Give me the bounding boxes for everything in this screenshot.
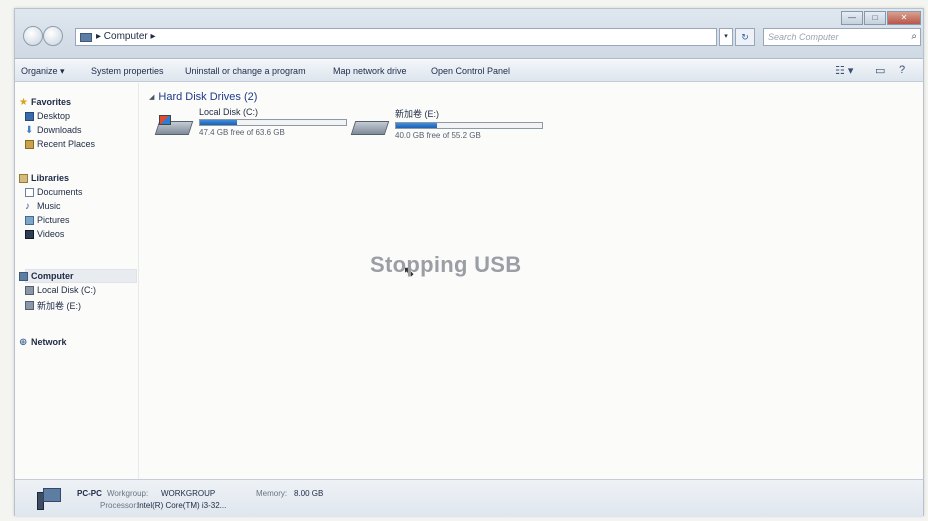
nav-music-label: Music [37,201,61,211]
content-area: ◢ Hard Disk Drives (2) Local Disk (C:) 4… [141,83,923,479]
nav-downloads[interactable]: ⬇ Downloads [25,125,82,135]
section-title: Hard Disk Drives (2) [158,91,258,103]
system-properties-button[interactable]: System properties [91,66,164,76]
minimize-button[interactable]: — [841,11,863,25]
nav-documents-label: Documents [37,187,83,197]
collapse-triangle-icon[interactable]: ◢ [149,93,154,101]
star-icon: ★ [19,96,28,108]
back-button[interactable] [23,26,43,46]
nav-computer[interactable]: Computer [19,271,74,281]
nav-pictures-label: Pictures [37,215,70,225]
usb-drive-icon [25,301,34,310]
processor-value: Intel(R) Core(TM) i3-32... [137,501,227,510]
processor-label: Processor: [100,501,139,510]
downloads-icon: ⬇ [25,124,34,136]
address-path: ▸ Computer ▸ [96,31,156,42]
drive-usage-fill [200,120,237,125]
nav-downloads-label: Downloads [37,125,82,135]
drive-free-space: 47.4 GB free of 63.6 GB [199,128,285,137]
hard-disk-icon [25,285,34,295]
memory-label: Memory: [256,489,288,498]
pictures-icon [25,215,34,225]
address-bar-area: ▸ Computer ▸ ▾ ↻ Search Computer ⌕ — □ ✕ [15,9,923,59]
preview-pane-icon[interactable]: ▭ [875,64,885,77]
nav-local-disk-label: Local Disk (C:) [37,285,97,295]
usb-drive-icon [350,115,390,137]
videos-icon [25,229,34,239]
workgroup-label: Workgroup: [107,489,149,498]
open-control-panel-button[interactable]: Open Control Panel [431,66,510,76]
desktop-icon [25,111,34,121]
nav-libraries-label: Libraries [31,173,70,183]
network-icon: ⊕ [19,336,28,348]
recent-places-icon [25,139,34,149]
hard-disk-drives-group-header[interactable]: ◢ Hard Disk Drives (2) [149,91,257,103]
pc-name: PC-PC [77,489,102,498]
nav-usb-drive[interactable]: 新加卷 (E:) [25,299,81,312]
memory-value: 8.00 GB [294,489,324,498]
nav-music[interactable]: ♪ Music [25,201,61,211]
pc-icon [37,488,63,510]
nav-favorites[interactable]: ★ Favorites [19,97,71,107]
window-controls: — □ ✕ [841,11,921,25]
refresh-button[interactable]: ↻ [735,28,755,46]
navigation-pane: ★ Favorites Desktop ⬇ Downloads Recent P… [15,83,139,479]
libraries-icon [19,173,28,183]
workgroup-value: WORKGROUP [161,489,216,498]
search-icon[interactable]: ⌕ [911,29,917,45]
nav-desktop[interactable]: Desktop [25,111,70,121]
drive-free-space: 40.0 GB free of 55.2 GB [395,131,481,140]
nav-desktop-label: Desktop [37,111,71,121]
nav-videos[interactable]: Videos [25,229,64,239]
nav-recent-places[interactable]: Recent Places [25,139,95,149]
drive-usage-bar [395,122,543,129]
overlay-caption: Stopping USB [370,252,522,277]
computer-icon [80,32,92,42]
windows-drive-icon [154,115,194,137]
address-dropdown-button[interactable]: ▾ [719,28,733,46]
map-network-drive-button[interactable]: Map network drive [333,66,407,76]
organize-button[interactable]: Organize ▾ [21,66,65,77]
views-icon[interactable]: ☷ ▾ [835,64,853,77]
close-button[interactable]: ✕ [887,11,921,25]
details-pane: PC-PC Workgroup: WORKGROUP Memory: 8.00 … [15,479,923,517]
drive-name: 新加卷 (E:) [395,109,439,119]
help-icon[interactable]: ? [899,64,905,76]
drive-usage-bar [199,119,347,126]
computer-icon [19,271,28,281]
music-icon: ♪ [25,200,30,212]
drive-tile-c[interactable]: Local Disk (C:) 47.4 GB free of 63.6 GB [154,107,347,137]
address-field[interactable]: ▸ Computer ▸ [75,28,717,46]
nav-pictures[interactable]: Pictures [25,215,70,225]
nav-local-disk[interactable]: Local Disk (C:) [25,285,96,295]
nav-usb-drive-label: 新加卷 (E:) [37,301,81,311]
maximize-button[interactable]: □ [864,11,886,25]
nav-recent-label: Recent Places [37,139,96,149]
nav-documents[interactable]: Documents [25,187,83,197]
nav-network-label: Network [31,337,67,347]
forward-button[interactable] [43,26,63,46]
documents-icon [25,187,34,197]
command-bar: Organize ▾ System properties Uninstall o… [15,60,923,82]
drive-name: Local Disk (C:) [199,107,259,117]
explorer-window: ▸ Computer ▸ ▾ ↻ Search Computer ⌕ — □ ✕… [14,8,924,517]
nav-computer-label: Computer [31,271,74,281]
nav-videos-label: Videos [37,229,65,239]
search-placeholder: Search Computer [768,32,839,42]
nav-network[interactable]: ⊕ Network [19,337,67,347]
nav-favorites-label: Favorites [31,97,72,107]
drive-usage-fill [396,123,437,128]
nav-libraries[interactable]: Libraries [19,173,69,183]
drive-tile-e[interactable]: 新加卷 (E:) 40.0 GB free of 55.2 GB [350,107,543,140]
uninstall-program-button[interactable]: Uninstall or change a program [185,66,306,76]
search-input[interactable]: Search Computer ⌕ [763,28,921,46]
